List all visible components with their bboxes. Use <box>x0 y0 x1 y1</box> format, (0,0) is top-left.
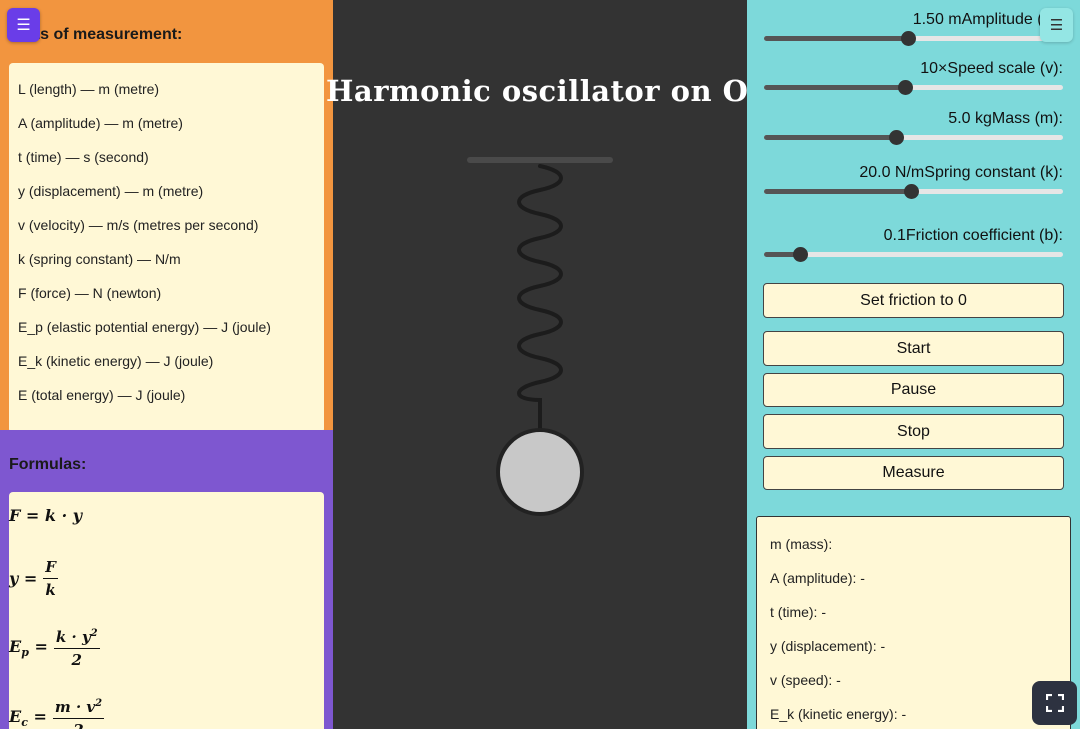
fullscreen-icon <box>1045 694 1064 712</box>
unit-item: A (amplitude) — m (metre) <box>18 115 183 131</box>
slider-fill <box>764 135 896 140</box>
measurement-item: y (displacement): - <box>770 638 886 654</box>
mass-label-text: Mass (m): <box>991 110 1063 127</box>
units-list: L (length) — m (metre) A (amplitude) — m… <box>9 63 324 433</box>
slider-knob[interactable] <box>904 184 919 199</box>
slider-knob[interactable] <box>901 31 916 46</box>
slider-knob[interactable] <box>898 80 913 95</box>
fraction-numerator: m · v2 <box>52 698 105 719</box>
spring-value: 20.0 N/m <box>859 164 925 181</box>
friction-slider[interactable] <box>764 247 1063 262</box>
fraction: m · v2 2 <box>52 698 105 729</box>
spring-label-text: Spring constant (k): <box>924 164 1063 181</box>
left-panel: Units of measurement: L (length) — m (me… <box>0 0 333 729</box>
fraction: k · y2 2 <box>53 628 100 669</box>
measurement-item: E_k (kinetic energy): - <box>770 706 907 722</box>
measurement-item: A (amplitude): - <box>770 570 865 586</box>
pause-button[interactable]: Pause <box>763 373 1064 407</box>
spring-constant-slider[interactable] <box>764 184 1063 199</box>
measurements-panel: m (mass): A (amplitude): - t (time): - y… <box>756 516 1071 729</box>
unit-item: E (total energy) — J (joule) <box>18 387 186 403</box>
spring <box>517 164 563 432</box>
formulas-box: F = k · y y = F k Ep = k · y2 2 Ec = m ·… <box>9 492 324 729</box>
amplitude-value: 1.50 m <box>912 11 962 28</box>
slider-fill <box>764 85 905 90</box>
unit-item: L (length) — m (metre) <box>18 81 160 97</box>
unit-item: E_k (kinetic energy) — J (joule) <box>18 353 214 369</box>
formula-lhs: Ec = <box>9 707 47 729</box>
mass-label: 5.0 kgMass (m): <box>948 110 1063 128</box>
slider-knob[interactable] <box>889 130 904 145</box>
measure-button[interactable]: Measure <box>763 456 1064 490</box>
right-panel: 1.50 mAmplitude (A): 10×Speed scale (v):… <box>747 0 1080 729</box>
friction-label-text: Friction coefficient (b): <box>905 227 1063 244</box>
formulas-title: Formulas: <box>9 456 87 473</box>
formula-lhs-base: E <box>9 637 22 657</box>
slider-fill <box>764 36 908 41</box>
simulation-title: Harmonic oscillator on OY <box>326 74 747 108</box>
speed-value: 10× <box>920 60 948 77</box>
formula-displacement: y = F k <box>9 558 58 599</box>
formula-lhs: y = <box>9 569 38 588</box>
amplitude-slider[interactable] <box>764 31 1063 46</box>
slider-knob[interactable] <box>793 247 808 262</box>
oscillator-scene <box>467 157 613 516</box>
fraction-numerator: k · y2 <box>53 628 100 649</box>
fraction-denominator: 2 <box>71 651 82 669</box>
fullscreen-button[interactable] <box>1032 681 1077 725</box>
mass-slider[interactable] <box>764 130 1063 145</box>
slider-fill <box>764 189 911 194</box>
fraction: F k <box>43 558 58 599</box>
fraction-denominator: k <box>45 581 56 599</box>
unit-item: E_p (elastic potential energy) — J (joul… <box>18 319 271 335</box>
formula-lhs-sub: p <box>21 646 29 660</box>
formula-lhs: Ep = <box>9 637 48 660</box>
fraction-numerator-sup: 2 <box>95 698 103 709</box>
measurement-item: t (time): - <box>770 604 826 620</box>
speed-label-text: Speed scale (v): <box>947 60 1063 77</box>
fraction-numerator: F <box>43 558 58 579</box>
unit-item: v (velocity) — m/s (metres per second) <box>18 217 259 233</box>
unit-item: F (force) — N (newton) <box>18 285 162 301</box>
unit-item: t (time) — s (second) <box>18 149 149 165</box>
units-section: Units of measurement: L (length) — m (me… <box>0 0 333 433</box>
mass-value: 5.0 kg <box>948 110 992 127</box>
start-button[interactable]: Start <box>763 331 1064 366</box>
formula-potential-energy: Ep = k · y2 2 <box>9 628 100 669</box>
friction-value: 0.1 <box>883 227 906 244</box>
formula-force: F = k · y <box>9 506 82 525</box>
unit-item: k (spring constant) — N/m <box>18 251 181 267</box>
fraction-numerator-sup: 2 <box>90 628 98 639</box>
fraction-numerator-text: k · y <box>55 628 91 646</box>
speed-slider[interactable] <box>764 80 1063 95</box>
fraction-numerator-text: m · v <box>54 698 96 716</box>
left-menu-button[interactable]: ☰ <box>7 8 40 42</box>
right-menu-button[interactable]: ☰ <box>1040 8 1073 42</box>
spring-label: 20.0 N/mSpring constant (k): <box>859 164 1063 182</box>
formula-kinetic-energy: Ec = m · v2 2 <box>9 698 105 729</box>
mass-bob <box>496 428 584 516</box>
formula-lhs-base: E <box>9 707 22 727</box>
unit-item: y (displacement) — m (metre) <box>18 183 204 199</box>
formulas-section: Formulas: F = k · y y = F k Ep = k · y2 … <box>0 430 333 729</box>
measurement-item: m (mass): <box>770 536 833 552</box>
hamburger-icon: ☰ <box>16 17 31 34</box>
hamburger-icon: ☰ <box>1049 17 1064 34</box>
set-friction-zero-button[interactable]: Set friction to 0 <box>763 283 1064 318</box>
fraction-denominator: 2 <box>73 719 83 729</box>
measurement-item: v (speed): - <box>770 672 841 688</box>
friction-label: 0.1Friction coefficient (b): <box>884 227 1063 245</box>
speed-label: 10×Speed scale (v): <box>920 60 1063 78</box>
stop-button[interactable]: Stop <box>763 414 1064 449</box>
formula-lhs-sub: c <box>21 716 28 729</box>
